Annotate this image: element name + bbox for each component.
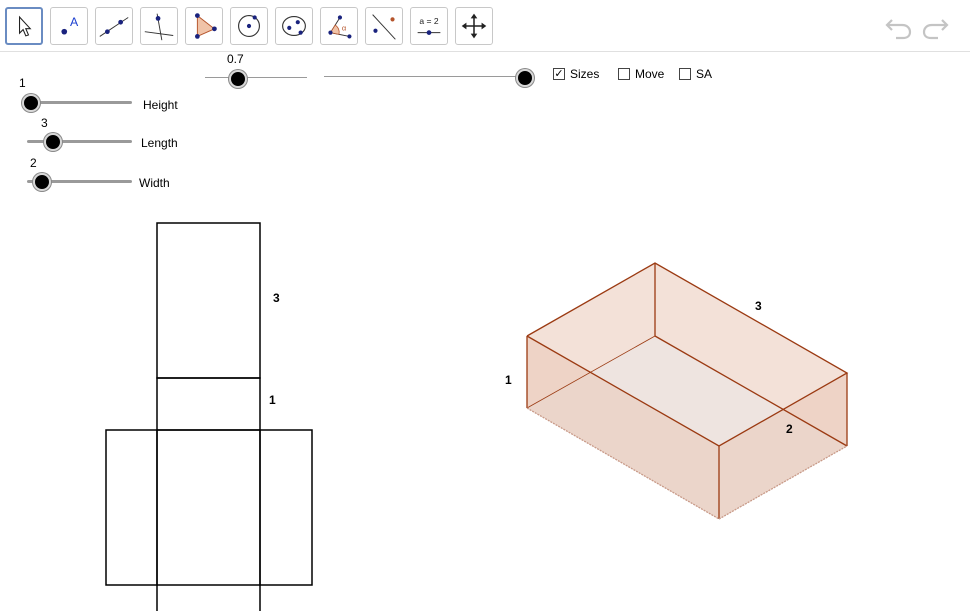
box-3d (526, 262, 849, 520)
net-side-face (156, 377, 261, 431)
net-top-face (156, 222, 261, 379)
net-left-face (105, 429, 158, 586)
net-base-face (156, 429, 261, 586)
box-net (105, 222, 313, 611)
box-length-label: 3 (755, 299, 762, 313)
net-length-label: 3 (273, 291, 280, 305)
graphics-view[interactable]: 3 1 1 3 2 (0, 0, 970, 611)
box-width-label: 2 (786, 422, 793, 436)
net-height-label: 1 (269, 393, 276, 407)
box-height-label: 1 (505, 373, 512, 387)
net-right-face (259, 429, 313, 586)
